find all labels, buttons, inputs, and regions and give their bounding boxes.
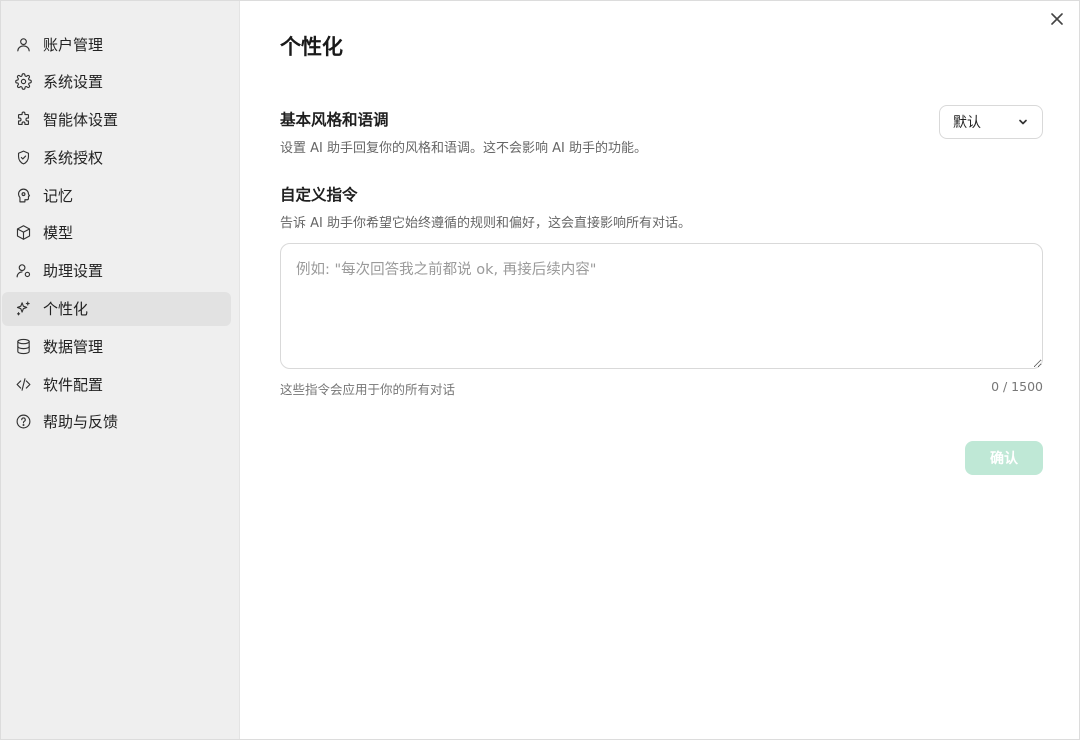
sidebar-item-label: 帮助与反馈 (43, 413, 119, 432)
cube-icon (15, 224, 32, 241)
instructions-section-description: 告诉 AI 助手你希望它始终遵循的规则和偏好，这会直接影响所有对话。 (280, 216, 691, 231)
sidebar-item-help[interactable]: 帮助与反馈 (2, 405, 231, 439)
sidebar-item-authorization[interactable]: 系统授权 (2, 140, 231, 174)
sidebar-item-account[interactable]: 账户管理 (2, 27, 231, 61)
sidebar: 账户管理 系统设置 智能体设置 系统授权 记忆 模型 助理设置 个性化 数据管理… (1, 1, 240, 739)
instructions-hint: 这些指令会应用于你的所有对话 (280, 382, 456, 397)
sidebar-item-data[interactable]: 数据管理 (2, 329, 231, 363)
sidebar-item-memory[interactable]: 记忆 (2, 178, 231, 212)
sidebar-item-label: 数据管理 (43, 337, 104, 356)
chevron-down-icon (1019, 119, 1027, 125)
instructions-section-title: 自定义指令 (280, 186, 358, 204)
database-icon (15, 338, 32, 355)
main-panel: 个性化 基本风格和语调 设置 AI 助手回复你的风格和语调。这不会影响 AI 助… (240, 1, 1079, 739)
puzzle-icon (15, 111, 32, 128)
close-icon (1051, 13, 1063, 25)
user-settings-icon (15, 262, 32, 279)
sidebar-item-label: 记忆 (43, 186, 74, 205)
shield-check-icon (15, 149, 32, 166)
sidebar-item-label: 个性化 (43, 300, 89, 319)
sidebar-item-software[interactable]: 软件配置 (2, 367, 231, 401)
sidebar-item-label: 助理设置 (43, 262, 104, 281)
confirm-button[interactable]: 确认 (965, 441, 1043, 475)
style-select-value: 默认 (953, 115, 981, 131)
sidebar-item-label: 模型 (43, 224, 74, 243)
style-section-description: 设置 AI 助手回复你的风格和语调。这不会影响 AI 助手的功能。 (280, 141, 647, 156)
code-icon (15, 376, 32, 393)
gear-icon (15, 73, 32, 91)
page-title: 个性化 (280, 35, 343, 59)
close-button[interactable] (1049, 11, 1065, 27)
custom-instructions-input[interactable] (280, 243, 1043, 369)
sparkles-icon (15, 300, 32, 317)
sidebar-item-agent[interactable]: 智能体设置 (2, 103, 231, 137)
style-select[interactable]: 默认 (939, 105, 1043, 139)
brain-head-icon (15, 187, 32, 204)
sidebar-item-label: 软件配置 (43, 375, 104, 394)
sidebar-item-model[interactable]: 模型 (2, 216, 231, 250)
sidebar-item-assistant[interactable]: 助理设置 (2, 254, 231, 288)
sidebar-item-label: 系统授权 (43, 148, 104, 167)
sidebar-item-label: 智能体设置 (43, 111, 119, 130)
settings-window: 账户管理 系统设置 智能体设置 系统授权 记忆 模型 助理设置 个性化 数据管理… (0, 0, 1080, 740)
style-section-title: 基本风格和语调 (280, 111, 389, 129)
help-circle-icon (15, 413, 32, 430)
sidebar-item-personalization[interactable]: 个性化 (2, 291, 231, 326)
sidebar-item-label: 账户管理 (43, 35, 104, 54)
sidebar-item-label: 系统设置 (43, 73, 104, 92)
character-counter: 0 / 1500 (991, 379, 1043, 394)
user-icon (15, 36, 32, 53)
sidebar-item-system[interactable]: 系统设置 (2, 65, 231, 99)
